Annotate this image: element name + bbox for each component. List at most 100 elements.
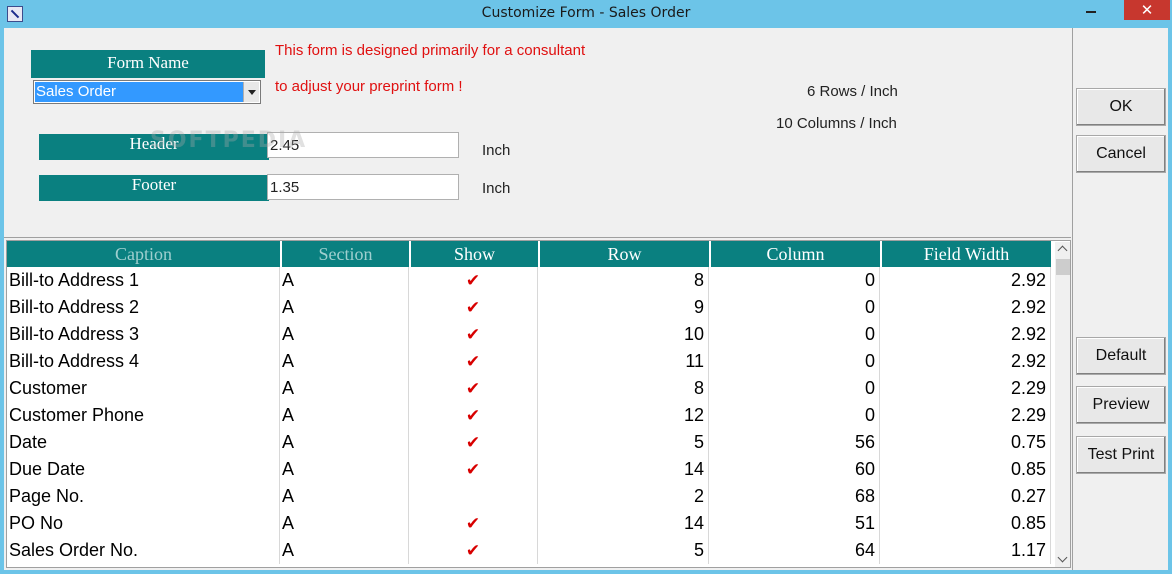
table-row[interactable]: Due Date A ✔ 14 60 0.85	[7, 456, 1053, 483]
table-row[interactable]: Customer Phone A ✔ 12 0 2.29	[7, 402, 1053, 429]
cell-section[interactable]: A	[280, 456, 409, 483]
header-unit: Inch	[482, 142, 511, 159]
cell-caption[interactable]: Bill-to Address 4	[7, 348, 280, 375]
cell-section[interactable]: A	[280, 294, 409, 321]
preview-button[interactable]: Preview	[1076, 386, 1166, 424]
column-header-column[interactable]: Column	[711, 241, 882, 267]
test-print-button[interactable]: Test Print	[1076, 436, 1166, 474]
cell-row[interactable]: 5	[538, 537, 709, 564]
cell-field-width[interactable]: 2.92	[880, 267, 1051, 294]
form-name-dropdown[interactable]: Sales Order	[33, 80, 261, 104]
table-row[interactable]: PO No A ✔ 14 51 0.85	[7, 510, 1053, 537]
footer-input[interactable]	[267, 174, 459, 200]
cell-row[interactable]: 14	[538, 456, 709, 483]
minimize-button[interactable]	[1077, 0, 1105, 20]
checkmark-icon[interactable]: ✔	[409, 429, 538, 456]
cell-row[interactable]: 9	[538, 294, 709, 321]
checkmark-icon[interactable]: ✔	[409, 510, 538, 537]
cell-column[interactable]: 0	[709, 294, 880, 321]
cell-field-width[interactable]: 2.92	[880, 321, 1051, 348]
checkmark-icon[interactable]: ✔	[409, 321, 538, 348]
table-row[interactable]: Bill-to Address 2 A ✔ 9 0 2.92	[7, 294, 1053, 321]
scroll-down-arrow-icon[interactable]	[1055, 552, 1070, 567]
cell-row[interactable]: 11	[538, 348, 709, 375]
cell-section[interactable]: A	[280, 267, 409, 294]
scroll-thumb[interactable]	[1056, 259, 1070, 275]
ok-button[interactable]: OK	[1076, 88, 1166, 126]
checkmark-icon[interactable]: ✔	[409, 456, 538, 483]
cell-section[interactable]: A	[280, 348, 409, 375]
table-row[interactable]: Sales Order No. A ✔ 5 64 1.17	[7, 537, 1053, 564]
checkmark-icon[interactable]: ✔	[409, 537, 538, 564]
cell-caption[interactable]: Customer	[7, 375, 280, 402]
cell-field-width[interactable]: 2.29	[880, 375, 1051, 402]
cell-caption[interactable]: Bill-to Address 1	[7, 267, 280, 294]
cell-row[interactable]: 14	[538, 510, 709, 537]
checkmark-icon[interactable]: ✔	[409, 375, 538, 402]
column-header-show[interactable]: Show	[411, 241, 540, 267]
column-header-section[interactable]: Section	[282, 241, 411, 267]
fields-grid[interactable]: Caption Section Show Row Column Field Wi…	[6, 240, 1071, 568]
column-header-caption[interactable]: Caption	[7, 241, 282, 267]
cell-caption[interactable]: Bill-to Address 3	[7, 321, 280, 348]
cell-section[interactable]: A	[280, 321, 409, 348]
table-row[interactable]: Bill-to Address 1 A ✔ 8 0 2.92	[7, 267, 1053, 294]
cell-column[interactable]: 0	[709, 348, 880, 375]
cell-column[interactable]: 0	[709, 402, 880, 429]
cell-column[interactable]: 51	[709, 510, 880, 537]
cell-column[interactable]: 64	[709, 537, 880, 564]
scroll-up-arrow-icon[interactable]	[1055, 242, 1070, 258]
checkmark-icon[interactable]: ✔	[409, 294, 538, 321]
cell-caption[interactable]: Due Date	[7, 456, 280, 483]
cell-row[interactable]: 5	[538, 429, 709, 456]
button-panel: OK Cancel Default Preview Test Print	[1072, 28, 1168, 570]
cell-column[interactable]: 0	[709, 375, 880, 402]
checkmark-icon[interactable]: ✔	[409, 267, 538, 294]
cell-row[interactable]: 8	[538, 375, 709, 402]
cell-column[interactable]: 0	[709, 267, 880, 294]
cell-caption[interactable]: Bill-to Address 2	[7, 294, 280, 321]
checkmark-icon[interactable]: ✔	[409, 348, 538, 375]
default-button[interactable]: Default	[1076, 337, 1166, 375]
cell-section[interactable]: A	[280, 402, 409, 429]
chevron-down-icon[interactable]	[243, 82, 259, 102]
cell-caption[interactable]: Sales Order No.	[7, 537, 280, 564]
close-button[interactable]: ✕	[1124, 0, 1170, 20]
cell-row[interactable]: 8	[538, 267, 709, 294]
cell-section[interactable]: A	[280, 375, 409, 402]
table-row[interactable]: Bill-to Address 4 A ✔ 11 0 2.92	[7, 348, 1053, 375]
cell-column[interactable]: 0	[709, 321, 880, 348]
cell-column[interactable]: 60	[709, 456, 880, 483]
cell-column[interactable]: 56	[709, 429, 880, 456]
cell-section[interactable]: A	[280, 429, 409, 456]
cell-caption[interactable]: Date	[7, 429, 280, 456]
cell-field-width[interactable]: 2.29	[880, 402, 1051, 429]
table-row[interactable]: Customer A ✔ 8 0 2.29	[7, 375, 1053, 402]
cell-field-width[interactable]: 0.85	[880, 456, 1051, 483]
cell-caption[interactable]: Page No.	[7, 483, 280, 510]
grid-vertical-scrollbar[interactable]	[1055, 242, 1070, 567]
cell-caption[interactable]: Customer Phone	[7, 402, 280, 429]
cell-show[interactable]	[409, 483, 538, 510]
cell-row[interactable]: 10	[538, 321, 709, 348]
cell-row[interactable]: 2	[538, 483, 709, 510]
cancel-button[interactable]: Cancel	[1076, 135, 1166, 173]
table-row[interactable]: Page No. A 2 68 0.27	[7, 483, 1053, 510]
cell-section[interactable]: A	[280, 483, 409, 510]
cell-field-width[interactable]: 2.92	[880, 348, 1051, 375]
cell-field-width[interactable]: 0.85	[880, 510, 1051, 537]
cell-column[interactable]: 68	[709, 483, 880, 510]
cell-caption[interactable]: PO No	[7, 510, 280, 537]
cell-row[interactable]: 12	[538, 402, 709, 429]
cell-field-width[interactable]: 2.92	[880, 294, 1051, 321]
checkmark-icon[interactable]: ✔	[409, 402, 538, 429]
column-header-row[interactable]: Row	[540, 241, 711, 267]
table-row[interactable]: Bill-to Address 3 A ✔ 10 0 2.92	[7, 321, 1053, 348]
cell-field-width[interactable]: 1.17	[880, 537, 1051, 564]
table-row[interactable]: Date A ✔ 5 56 0.75	[7, 429, 1053, 456]
cell-section[interactable]: A	[280, 510, 409, 537]
column-header-field-width[interactable]: Field Width	[882, 241, 1053, 267]
cell-field-width[interactable]: 0.27	[880, 483, 1051, 510]
cell-section[interactable]: A	[280, 537, 409, 564]
cell-field-width[interactable]: 0.75	[880, 429, 1051, 456]
